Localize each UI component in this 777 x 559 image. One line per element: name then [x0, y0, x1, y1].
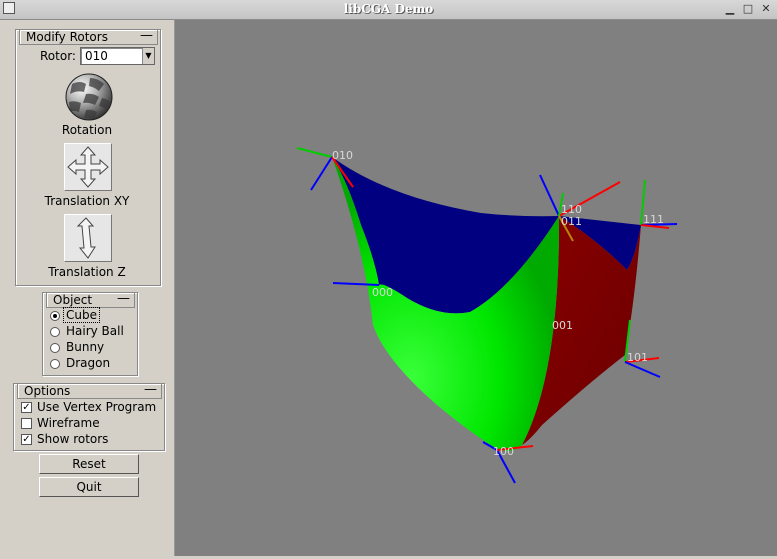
translation-z-label: Translation Z	[48, 265, 126, 279]
vertex-label-010: 010	[332, 149, 353, 162]
bunny-option-label[interactable]: Bunny	[66, 340, 104, 354]
window-title: libCGA Demo	[343, 2, 434, 16]
object-header: Object —	[46, 292, 135, 308]
translation-xy-label: Translation XY	[44, 194, 130, 208]
translation-xy-button[interactable]	[64, 143, 112, 191]
options-collapse-button[interactable]: —	[144, 383, 157, 397]
3d-viewport[interactable]: 010 110 011 111 000 001 101 100	[175, 20, 777, 556]
rotation-trackball[interactable]	[64, 72, 114, 122]
translation-z-button[interactable]	[64, 214, 112, 262]
vertex-label-011: 011	[561, 215, 582, 228]
chevron-down-icon[interactable]: ▼	[142, 48, 154, 64]
rotor-select-value: 010	[85, 49, 108, 63]
vertex-label-100: 100	[493, 445, 514, 458]
wireframe-checkbox[interactable]	[21, 418, 32, 429]
close-icon[interactable]: ✕	[759, 2, 773, 16]
rotor-label: Rotor:	[40, 49, 76, 63]
vertex-label-001: 001	[552, 319, 573, 332]
vertex-label-000: 000	[372, 286, 393, 299]
show-rotors-checkbox[interactable]: ✓	[21, 434, 32, 445]
maximize-icon[interactable]: □	[741, 2, 755, 16]
modify-rotors-title: Modify Rotors	[26, 30, 108, 44]
wireframe-label[interactable]: Wireframe	[37, 416, 100, 430]
object-collapse-button[interactable]: —	[117, 292, 130, 306]
rotor-101-axis	[624, 361, 661, 378]
vertex-label-111: 111	[643, 213, 664, 226]
options-title: Options	[24, 384, 71, 398]
rotor-010-axis	[296, 147, 333, 158]
cube-render: 010 110 011 111 000 001 101 100	[296, 147, 678, 484]
cube-option-label[interactable]: Cube	[63, 307, 100, 323]
vertex-label-101: 101	[627, 351, 648, 364]
use-vertex-program-label[interactable]: Use Vertex Program	[37, 400, 156, 414]
title-bar: libCGA Demo ▁ □ ✕	[0, 0, 777, 20]
show-rotors-label[interactable]: Show rotors	[37, 432, 108, 446]
depth-arrow-icon	[76, 217, 96, 259]
bunny-radio[interactable]	[50, 343, 60, 353]
minimize-icon[interactable]: ▁	[723, 2, 737, 16]
modify-rotors-header: Modify Rotors —	[19, 29, 158, 45]
reset-button[interactable]: Reset	[39, 454, 139, 474]
object-title: Object	[53, 293, 93, 307]
hairy-ball-option-label[interactable]: Hairy Ball	[66, 324, 124, 338]
use-vertex-program-checkbox[interactable]: ✓	[21, 402, 32, 413]
rotor-010-axis	[310, 156, 333, 191]
modify-rotors-collapse-button[interactable]: —	[140, 29, 153, 43]
cube-radio[interactable]	[50, 311, 60, 321]
quit-button[interactable]: Quit	[39, 477, 139, 497]
hairy-ball-radio[interactable]	[50, 327, 60, 337]
dragon-option-label[interactable]: Dragon	[66, 356, 110, 370]
options-header: Options —	[17, 383, 162, 399]
move-arrows-icon	[67, 146, 109, 188]
control-panel: Modify Rotors — Rotor: 010 ▼ Rotation Tr…	[0, 20, 175, 556]
rotor-select[interactable]: 010 ▼	[80, 47, 155, 65]
dragon-radio[interactable]	[50, 359, 60, 369]
rotation-label: Rotation	[61, 123, 113, 137]
rotor-110-axis	[539, 174, 560, 217]
rotation-ball-icon	[65, 73, 113, 121]
